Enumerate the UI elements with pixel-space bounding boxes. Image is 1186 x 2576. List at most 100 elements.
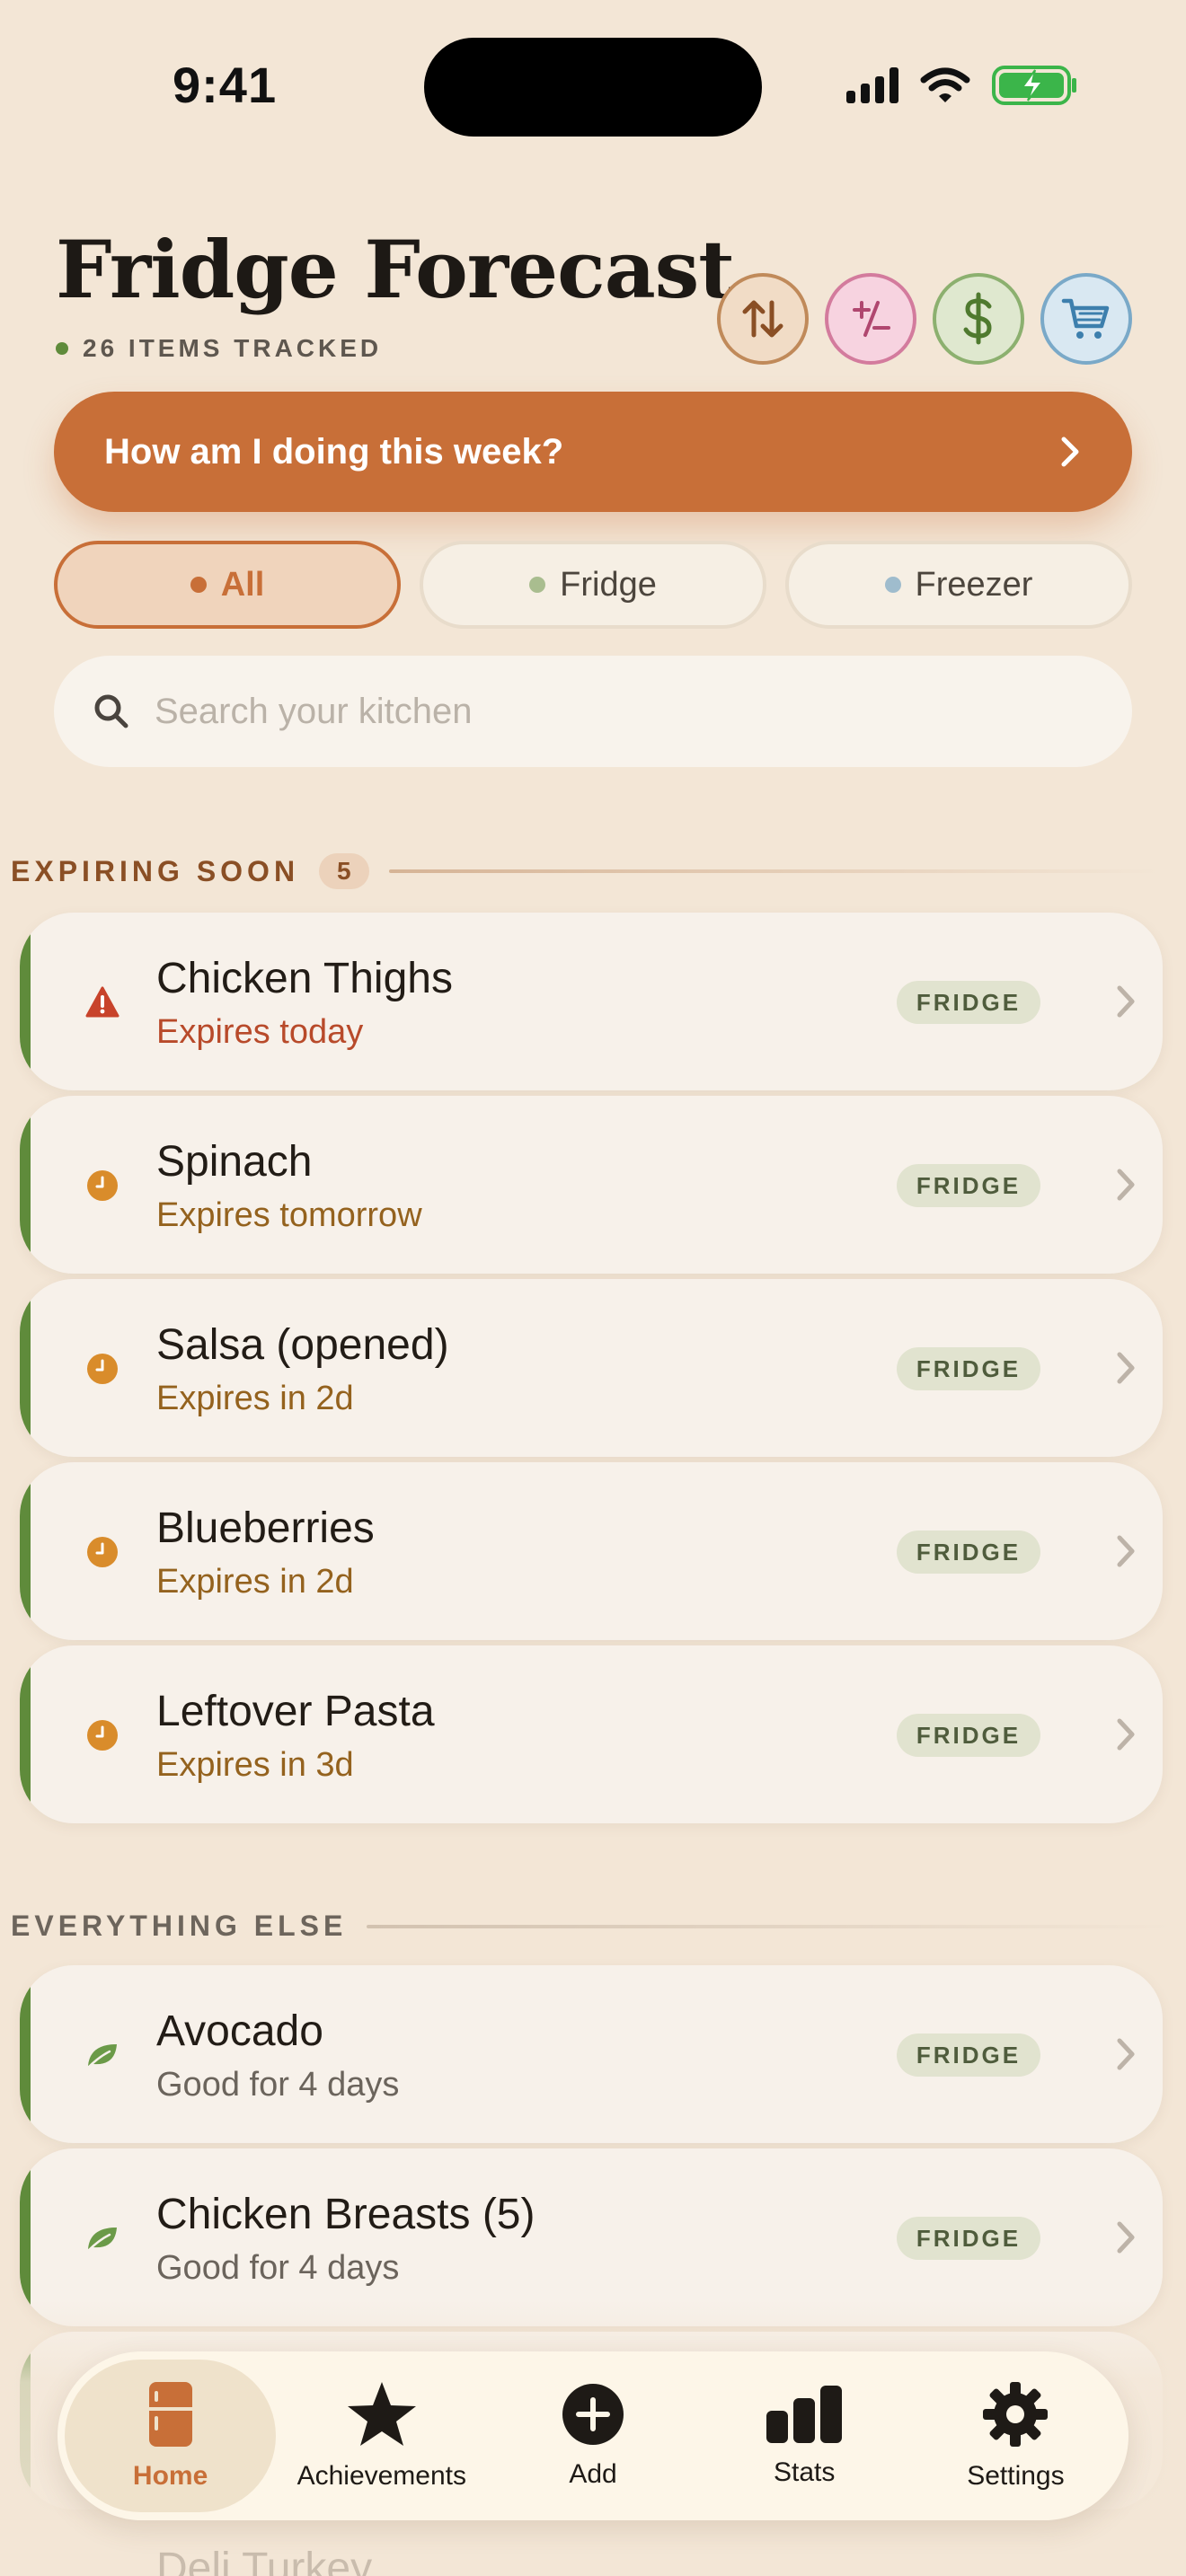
section-header-everything-else: EVERYTHING ELSE — [11, 1910, 1176, 1943]
chevron-right-icon — [1117, 1535, 1135, 1567]
nav-label: Add — [569, 2459, 617, 2489]
location-badge: FRIDGE — [897, 2033, 1040, 2077]
item-name: Chicken Breasts (5) — [156, 2191, 535, 2238]
star-icon — [347, 2382, 416, 2446]
app-screen: 9:41 Fridge Forecast 26 ITEMS TRACKED Ho… — [0, 0, 1186, 2576]
nav-label: Home — [132, 2461, 208, 2491]
nav-add[interactable]: Add — [487, 2360, 698, 2512]
leaf-icon — [84, 2220, 120, 2256]
item-status: Expires in 2d — [156, 1380, 354, 1417]
filter-dot — [529, 577, 546, 593]
filter-tab-label: Fridge — [560, 565, 657, 604]
sort-button[interactable] — [717, 273, 809, 365]
item-status: Expires in 3d — [156, 1746, 354, 1784]
item-status: Good for 4 days — [156, 2066, 400, 2104]
filter-tab-fridge[interactable]: Fridge — [420, 541, 766, 629]
filter-tab-label: Freezer — [915, 565, 1033, 604]
weekly-summary-banner[interactable]: How am I doing this week? — [54, 392, 1132, 512]
chevron-right-icon — [1117, 1352, 1135, 1384]
chevron-right-icon — [1117, 985, 1135, 1018]
chevron-right-icon — [1117, 1169, 1135, 1201]
add-circle-icon — [562, 2384, 624, 2445]
freshness-bar — [20, 1279, 31, 1457]
fridge-icon — [148, 2382, 192, 2447]
page-title: Fridge Forecast — [56, 223, 735, 316]
item-status: Expires in 2d — [156, 1563, 354, 1601]
chevron-right-icon — [1117, 1718, 1135, 1751]
spending-button[interactable] — [933, 273, 1024, 365]
location-badge: FRIDGE — [897, 2217, 1040, 2260]
items-tracked-label: 26 ITEMS TRACKED — [56, 334, 382, 363]
item-name: Leftover Pasta — [156, 1688, 435, 1735]
status-dot — [56, 342, 68, 355]
wifi-icon — [920, 67, 970, 102]
filter-tab-label: All — [220, 565, 265, 604]
weekly-summary-text: How am I doing this week? — [104, 431, 564, 472]
bar-chart-icon — [766, 2386, 843, 2443]
nav-achievements[interactable]: Achievements — [276, 2360, 487, 2512]
nav-label: Settings — [967, 2461, 1065, 2491]
location-badge: FRIDGE — [897, 1531, 1040, 1574]
list-item[interactable]: Avocado Good for 4 days FRIDGE — [20, 1965, 1163, 2143]
cart-icon — [1061, 298, 1110, 339]
dynamic-island — [424, 38, 762, 137]
shopping-cart-button[interactable] — [1040, 273, 1132, 365]
leaf-icon — [84, 2037, 120, 2073]
adjust-quantity-button[interactable] — [825, 273, 916, 365]
item-status: Expires today — [156, 1013, 364, 1051]
nav-stats[interactable]: Stats — [699, 2360, 910, 2512]
list-item[interactable]: Blueberries Expires in 2d FRIDGE — [20, 1462, 1163, 1640]
sort-icon — [742, 300, 783, 338]
location-badge: FRIDGE — [897, 1164, 1040, 1207]
item-name: Salsa (opened) — [156, 1321, 449, 1369]
freshness-bar — [20, 1645, 31, 1823]
clock-icon — [84, 1351, 120, 1387]
warning-icon — [84, 984, 120, 1020]
item-name: Blueberries — [156, 1504, 375, 1552]
status-time: 9:41 — [173, 57, 278, 113]
item-name: Chicken Thighs — [156, 955, 453, 1002]
section-divider — [388, 869, 1162, 873]
clock-icon — [84, 1168, 120, 1204]
item-name: Spinach — [156, 1138, 313, 1186]
nav-settings[interactable]: Settings — [910, 2360, 1121, 2512]
search-icon — [94, 694, 128, 728]
chevron-right-icon — [1117, 2038, 1135, 2070]
search-bar[interactable] — [54, 656, 1132, 767]
nav-label: Stats — [774, 2457, 836, 2487]
section-count-badge: 5 — [319, 853, 369, 889]
plus-minus-icon — [853, 301, 890, 337]
filter-dot — [884, 577, 901, 593]
filter-tab-all[interactable]: All — [54, 541, 401, 629]
item-status: Expires tomorrow — [156, 1196, 422, 1234]
freshness-bar — [20, 1965, 31, 2143]
location-badge: FRIDGE — [897, 1714, 1040, 1757]
list-item[interactable]: Spinach Expires tomorrow FRIDGE — [20, 1096, 1163, 1274]
section-divider — [367, 1924, 1176, 1928]
freshness-bar — [20, 913, 31, 1090]
location-badge: FRIDGE — [897, 981, 1040, 1024]
items-tracked-text: 26 ITEMS TRACKED — [83, 334, 383, 362]
battery-charging-icon — [992, 66, 1076, 105]
list-item[interactable]: Salsa (opened) Expires in 2d FRIDGE — [20, 1279, 1163, 1457]
location-badge: FRIDGE — [897, 1347, 1040, 1390]
list-item[interactable]: Chicken Thighs Expires today FRIDGE — [20, 913, 1163, 1090]
cellular-signal-icon — [846, 67, 898, 103]
search-input[interactable] — [155, 691, 963, 732]
section-title: EXPIRING SOON — [11, 854, 300, 887]
filter-tab-freezer[interactable]: Freezer — [785, 541, 1132, 629]
chevron-right-icon — [1061, 437, 1079, 467]
item-name-faded: Deli Turkey — [156, 2545, 373, 2576]
nav-label: Achievements — [296, 2461, 467, 2491]
freshness-bar — [20, 1096, 31, 1274]
gear-icon — [983, 2382, 1049, 2447]
status-icons — [846, 65, 1078, 106]
freshness-bar — [20, 1462, 31, 1640]
section-title: EVERYTHING ELSE — [11, 1910, 348, 1942]
filter-dot — [190, 577, 207, 593]
clock-icon — [84, 1534, 120, 1570]
clock-icon — [84, 1717, 120, 1753]
list-item[interactable]: Leftover Pasta Expires in 3d FRIDGE — [20, 1645, 1163, 1823]
item-status: Good for 4 days — [156, 2249, 400, 2287]
nav-home[interactable]: Home — [65, 2360, 277, 2512]
